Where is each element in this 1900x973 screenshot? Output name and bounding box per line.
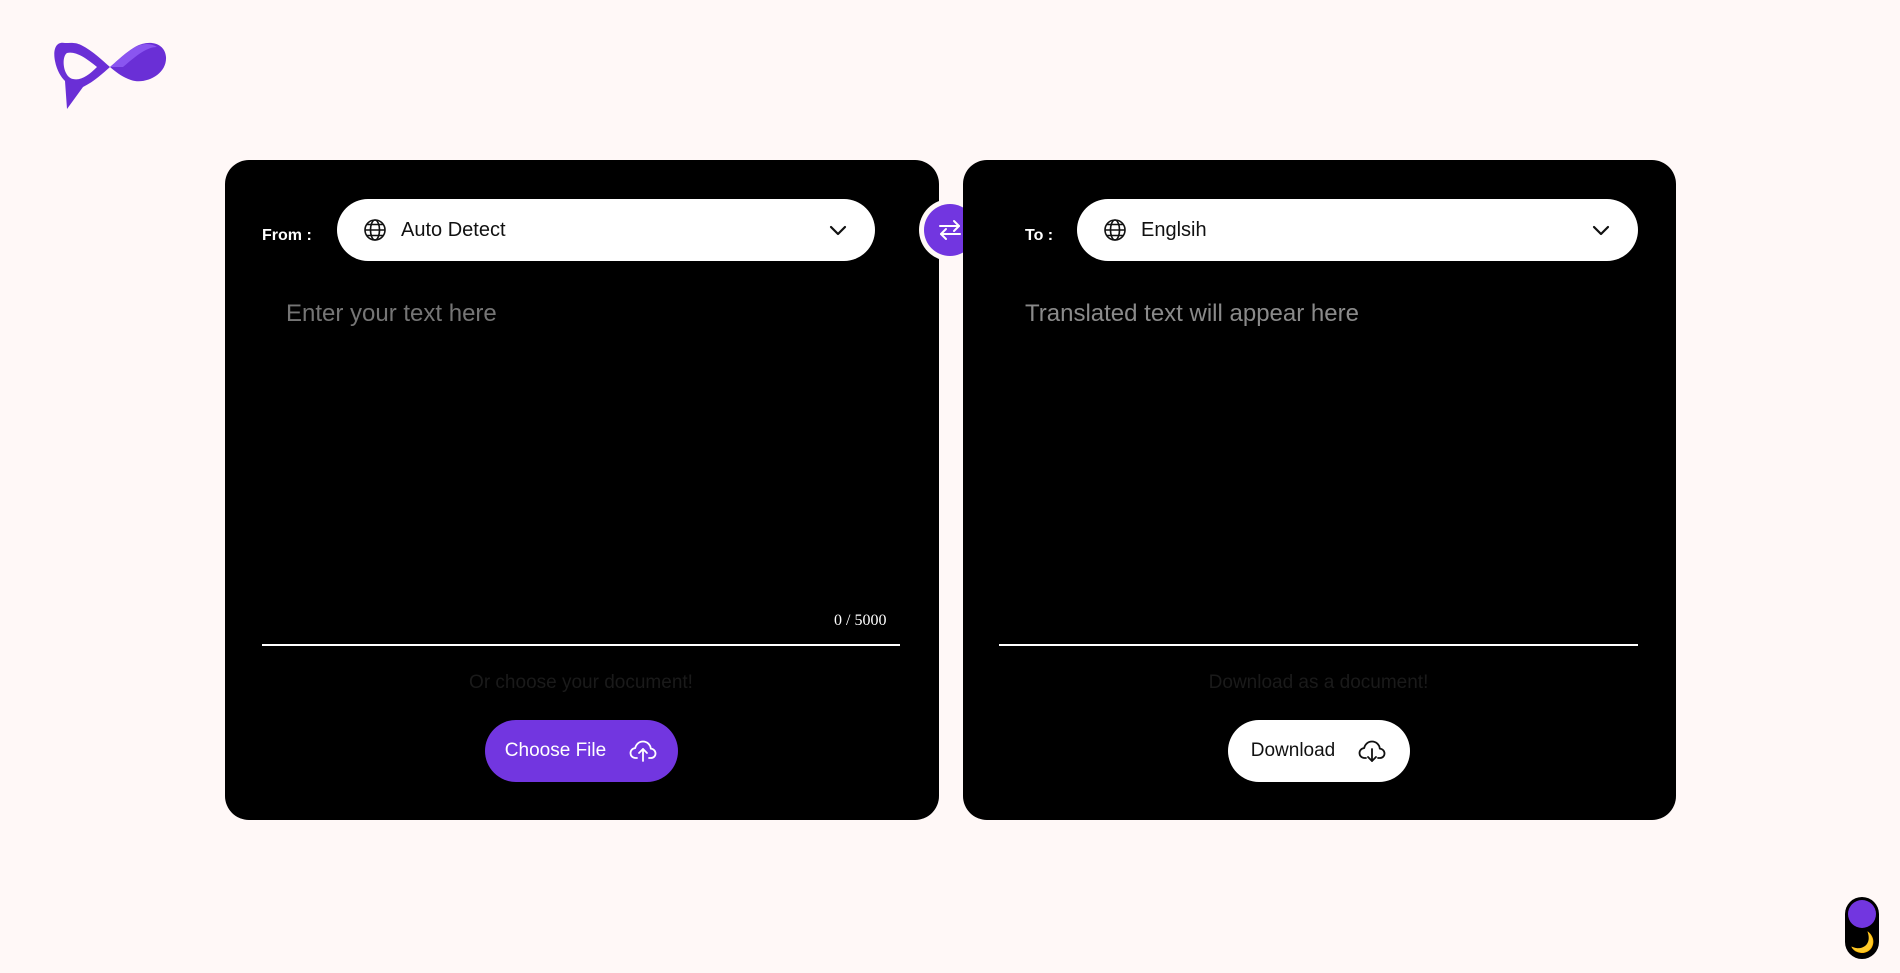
choose-file-button[interactable]: Choose File <box>485 720 678 782</box>
source-text-input[interactable] <box>286 300 886 610</box>
download-label: Download <box>1250 740 1336 761</box>
choose-file-label: Choose File <box>504 740 607 761</box>
globe-icon <box>1103 218 1127 242</box>
swap-arrows-icon <box>939 220 961 240</box>
chevron-down-icon <box>1590 219 1612 241</box>
source-divider <box>262 644 900 646</box>
target-language-select[interactable]: Englsih <box>1077 199 1638 261</box>
source-language-select[interactable]: Auto Detect <box>337 199 875 261</box>
infinity-logo-icon <box>54 42 167 109</box>
target-divider <box>999 644 1638 646</box>
cloud-download-icon <box>1357 736 1387 766</box>
app-logo[interactable] <box>53 37 168 109</box>
translated-text-output: Translated text will appear here <box>1025 300 1359 327</box>
moon-icon: 🌙 <box>1850 930 1875 954</box>
globe-icon <box>363 218 387 242</box>
theme-toggle[interactable]: 🌙 <box>1845 897 1879 959</box>
target-language-value: Englsih <box>1141 218 1207 241</box>
cloud-upload-icon <box>628 736 658 766</box>
download-button[interactable]: Download <box>1228 720 1410 782</box>
character-count: 0 / 5000 <box>834 612 887 629</box>
target-language-label: To : <box>1025 227 1054 244</box>
toggle-knob <box>1848 900 1876 928</box>
source-language-value: Auto Detect <box>401 218 506 241</box>
target-document-hint: Download as a document! <box>1208 672 1429 693</box>
chevron-down-icon <box>827 219 849 241</box>
source-language-label: From : <box>262 227 312 244</box>
source-document-hint: Or choose your document! <box>469 672 693 693</box>
